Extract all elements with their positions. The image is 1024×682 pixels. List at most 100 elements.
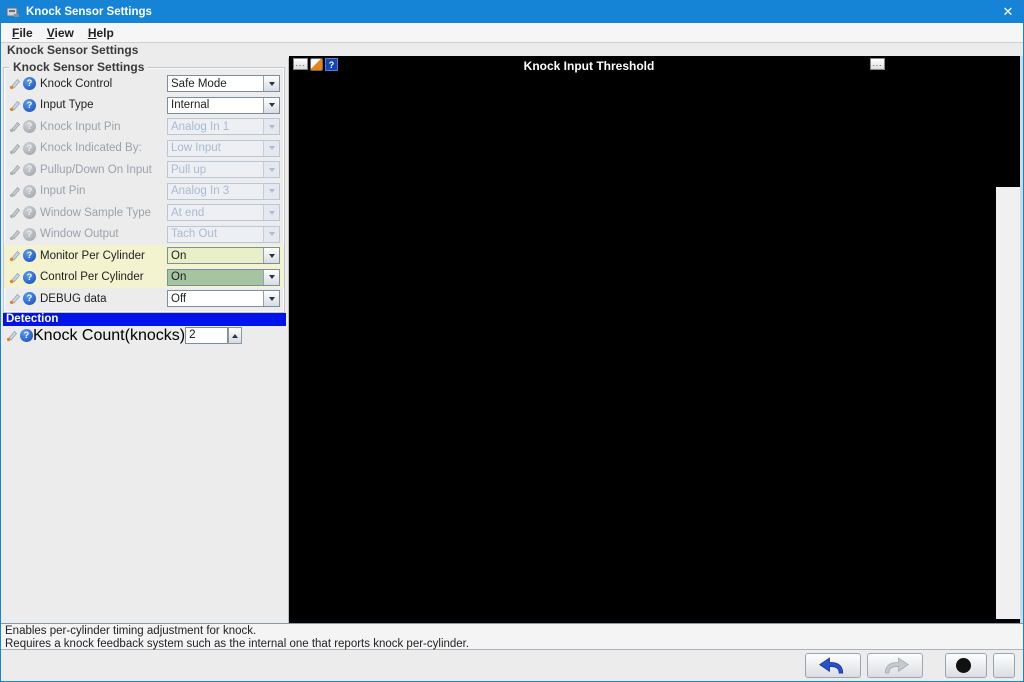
help-icon[interactable]: ? xyxy=(23,142,36,155)
edit-indicator-icon xyxy=(8,271,21,284)
row-monitor-per-cylinder: ?Monitor Per CylinderOn xyxy=(4,245,284,267)
table-toolbar xyxy=(996,187,1020,619)
app-icon xyxy=(6,5,20,19)
knock-count-knocks-input[interactable]: 2 xyxy=(185,327,228,344)
dropdown-value: Tach Out xyxy=(168,228,263,240)
dropdown-value: Low Input xyxy=(168,142,263,154)
help-icon[interactable]: ? xyxy=(23,120,36,133)
edit-indicator-icon xyxy=(8,77,21,90)
footer-bar xyxy=(1,650,1023,681)
window-output-dropdown: Tach Out xyxy=(167,226,280,243)
section-header-detection: Detection xyxy=(3,313,286,326)
chevron-down-icon xyxy=(263,205,279,220)
menu-item-file[interactable]: File xyxy=(5,24,40,42)
chart-help-icon[interactable]: ? xyxy=(325,58,338,71)
field-label: Control Per Cylinder xyxy=(40,271,167,283)
field-label: Knock Indicated By: xyxy=(40,142,167,154)
help-icon[interactable]: ? xyxy=(20,329,33,342)
edit-indicator-icon xyxy=(8,206,21,219)
help-icon[interactable]: ? xyxy=(23,99,36,112)
input-pin-dropdown: Analog In 3 xyxy=(167,183,280,200)
chevron-down-icon xyxy=(263,270,279,285)
edit-indicator-icon xyxy=(8,249,21,262)
knock-control-dropdown[interactable]: Safe Mode xyxy=(167,75,280,92)
knock-sensor-settings-window: Knock Sensor Settings ✕ FileViewHelp Kno… xyxy=(0,0,1024,682)
debug-data-dropdown[interactable]: Off xyxy=(167,290,280,307)
chevron-down-icon xyxy=(263,119,279,134)
spin-up-button[interactable] xyxy=(228,327,242,344)
edit-indicator-icon xyxy=(8,99,21,112)
chart-style-icon[interactable] xyxy=(310,58,323,71)
chart-options-right-button[interactable]: ... xyxy=(870,58,885,70)
gauge-and-table-column xyxy=(889,56,1023,623)
title-bar: Knock Sensor Settings ✕ xyxy=(1,1,1023,23)
field-label: Knock Control xyxy=(40,78,167,90)
knock-threshold-chart: Knock Input Threshold ... ? ... xyxy=(289,56,889,623)
help-icon[interactable]: ? xyxy=(23,185,36,198)
row-input-type: ? Input TypeInternal xyxy=(4,95,284,117)
window-edge-strip xyxy=(1020,56,1023,623)
burn-button[interactable] xyxy=(945,653,987,678)
field-label: Knock Input Pin xyxy=(40,121,167,133)
chevron-down-icon xyxy=(263,248,279,263)
knock-input-gauge xyxy=(891,57,1019,187)
field-label: Input Type xyxy=(40,99,167,111)
help-icon[interactable]: ? xyxy=(23,292,36,305)
monitor-per-cylinder-dropdown[interactable]: On xyxy=(167,247,280,264)
close-icon[interactable]: ✕ xyxy=(993,4,1023,20)
edit-indicator-icon xyxy=(8,292,21,305)
chevron-down-icon xyxy=(263,227,279,242)
help-icon[interactable]: ? xyxy=(23,228,36,241)
burn-icon xyxy=(956,658,971,673)
undo-icon xyxy=(818,657,848,675)
chart-plot[interactable] xyxy=(289,56,889,623)
knock-input-pin-dropdown: Analog In 1 xyxy=(167,118,280,135)
edit-indicator-icon xyxy=(5,329,18,342)
chart-options-left-button[interactable]: ... xyxy=(293,58,308,70)
status-help-box: Enables per-cylinder timing adjustment f… xyxy=(1,623,1023,650)
dropdown-value: Off xyxy=(168,293,263,305)
groupbox-title: Knock Sensor Settings xyxy=(9,60,148,74)
redo-icon xyxy=(880,657,910,675)
chevron-down-icon xyxy=(263,184,279,199)
row-window-output: ?Window OutputTach Out xyxy=(4,224,284,246)
menu-item-help[interactable]: Help xyxy=(81,24,121,42)
undo-button[interactable] xyxy=(805,653,861,678)
edit-indicator-icon xyxy=(8,185,21,198)
knock-count-knocks: 2 xyxy=(185,327,242,344)
pullup-down-on-input-dropdown: Pull up xyxy=(167,161,280,178)
menu-bar: FileViewHelp xyxy=(1,23,1023,43)
dropdown-value: Analog In 3 xyxy=(168,185,263,197)
menu-item-view[interactable]: View xyxy=(40,24,81,42)
help-icon[interactable]: ? xyxy=(23,271,36,284)
field-label: Pullup/Down On Input xyxy=(40,164,167,176)
help-icon[interactable]: ? xyxy=(23,77,36,90)
row-knock-control: ? Knock ControlSafe Mode xyxy=(4,73,284,95)
redo-button[interactable] xyxy=(867,653,923,678)
help-icon[interactable]: ? xyxy=(23,249,36,262)
dropdown-value: Analog In 1 xyxy=(168,121,263,133)
row-knock-input-pin: ? Knock Input PinAnalog In 1 xyxy=(4,116,284,138)
help-icon[interactable]: ? xyxy=(23,163,36,176)
field-label: Window Sample Type xyxy=(40,207,167,219)
status-line-2: Requires a knock feedback system such as… xyxy=(5,638,1019,651)
chart-title: Knock Input Threshold xyxy=(289,59,889,73)
input-type-dropdown[interactable]: Internal xyxy=(167,97,280,114)
dropdown-value: On xyxy=(168,271,263,283)
edit-indicator-icon xyxy=(8,163,21,176)
settings-panel: Knock Sensor Settings ? Knock ControlSafe… xyxy=(1,58,289,623)
help-icon[interactable]: ? xyxy=(23,206,36,219)
chevron-down-icon xyxy=(263,291,279,306)
knock-indicated-by-dropdown: Low Input xyxy=(167,140,280,157)
edit-indicator-icon xyxy=(8,142,21,155)
dropdown-value: At end xyxy=(168,207,263,219)
close-button[interactable] xyxy=(993,653,1015,678)
field-label: Input Pin xyxy=(40,185,167,197)
dropdown-value: On xyxy=(168,250,263,262)
row-debug-data: ?DEBUG dataOff xyxy=(4,288,284,310)
window-title: Knock Sensor Settings xyxy=(26,6,152,18)
dropdown-value: Pull up xyxy=(168,164,263,176)
main-area: Knock Sensor Settings ? Knock ControlSafe… xyxy=(1,58,1023,623)
control-per-cylinder-dropdown[interactable]: On xyxy=(167,269,280,286)
status-line-1: Enables per-cylinder timing adjustment f… xyxy=(5,625,1019,638)
